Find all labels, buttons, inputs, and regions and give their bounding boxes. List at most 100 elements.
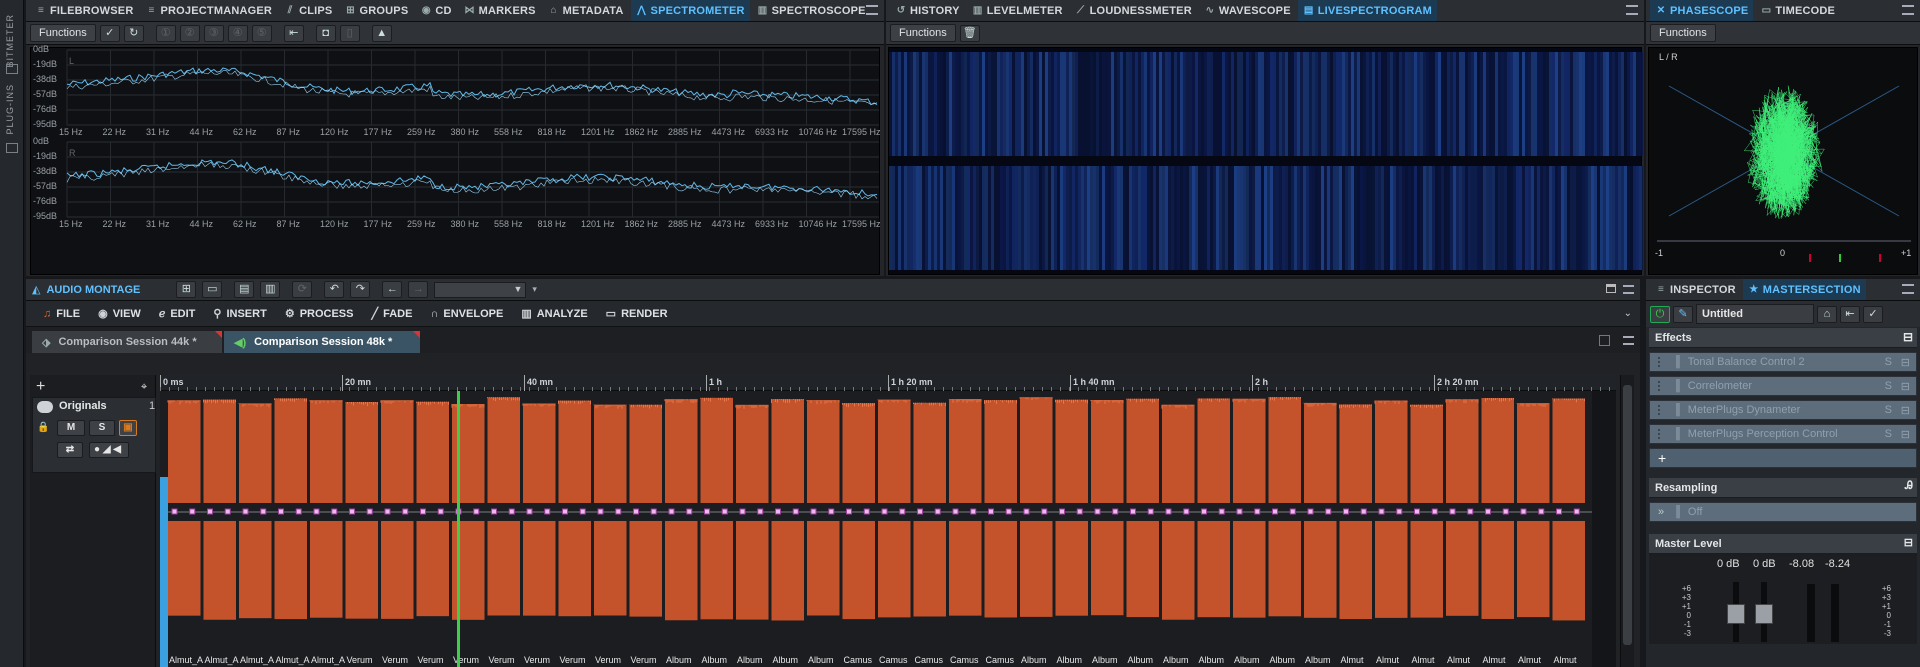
effect-slot[interactable]: ▐ MeterPlugs Perception Control S ⊟ <box>1649 424 1917 444</box>
save-icon[interactable]: ▤ <box>234 281 255 298</box>
apply-icon[interactable]: ✓ <box>1863 305 1883 323</box>
tab-wavescope[interactable]: ∿ WAVESCOPE <box>1199 0 1296 21</box>
tab-loudnessmeter[interactable]: ⟋ LOUDNESSMETER <box>1070 0 1197 21</box>
previous-icon[interactable]: ⇤ <box>1840 305 1860 323</box>
functions-button[interactable]: Functions <box>1650 24 1716 42</box>
save-as-icon[interactable]: ▥ <box>260 281 281 298</box>
add-icon[interactable]: ⊞ <box>176 281 197 298</box>
preset-name[interactable]: Untitled <box>1696 304 1814 324</box>
tab-filebrowser[interactable]: ≡ FILEBROWSER <box>30 0 138 21</box>
menu-analyze[interactable]: ▥ ANALYZE <box>512 302 596 326</box>
resampling-slot[interactable]: » ▐ Off <box>1649 502 1917 522</box>
power-icon[interactable]: ⏻ <box>1650 305 1670 323</box>
tab-spectroscope[interactable]: ▥ SPECTROSCOPE <box>752 0 871 21</box>
maximize-icon[interactable] <box>1606 284 1616 293</box>
track-area[interactable]: 0 ms 20 mn 40 mn 1 h 1 h 20 mn 1 h 40 mn 2 h 2 … <box>160 375 1616 667</box>
panel-menu-icon[interactable] <box>1902 284 1914 294</box>
solo-icon[interactable]: S <box>1885 428 1892 440</box>
revert-icon[interactable]: ⟳ <box>292 281 313 298</box>
functions-button[interactable]: Functions <box>30 24 96 42</box>
lock-icon[interactable]: 🔒 <box>37 422 49 433</box>
solo-icon[interactable]: S <box>1885 356 1892 368</box>
trash-icon[interactable]: 🗑 <box>959 24 980 42</box>
first-icon[interactable]: ⇤ <box>283 24 304 42</box>
add-effect-button[interactable]: + <box>1649 448 1917 468</box>
resampling-icon[interactable]: Ꭿ <box>1905 480 1913 493</box>
slot-3-icon[interactable]: ③ <box>203 24 224 42</box>
session-checkbox[interactable] <box>1599 335 1610 346</box>
solo-icon[interactable]: S <box>1885 404 1892 416</box>
routing-icon[interactable]: ⇄ <box>57 442 83 458</box>
session-menu-icon[interactable] <box>1623 336 1634 345</box>
slot-5-icon[interactable]: ⑤ <box>251 24 272 42</box>
tab-timecode[interactable]: ▭ TIMECODE <box>1755 0 1840 21</box>
scrollbar-thumb[interactable] <box>1623 385 1632 645</box>
drag-handle-icon[interactable] <box>1658 381 1666 391</box>
panel-menu-icon[interactable] <box>1623 285 1634 294</box>
delete-snapshot-icon[interactable]: ▯ <box>339 24 360 42</box>
plugin-icon[interactable]: ✎ <box>1673 305 1693 323</box>
settings-icon[interactable]: ⊟ <box>1901 356 1910 369</box>
check-icon[interactable]: ✓ <box>99 24 120 42</box>
settings-icon[interactable]: ⊟ <box>1901 404 1910 417</box>
tab-phasescope[interactable]: ✕ PHASESCOPE <box>1650 0 1754 21</box>
menu-envelope[interactable]: ∩ ENVELOPE <box>421 302 512 326</box>
track-view-icon[interactable]: ▣ <box>119 420 137 436</box>
sidebar-tab-bitmeter[interactable]: BITMETER <box>5 14 15 68</box>
back-icon[interactable]: ← <box>382 281 403 298</box>
monitor-icon[interactable]: ● ◢ ◀ <box>89 442 129 458</box>
bypass-icon[interactable]: » <box>1658 506 1664 518</box>
chevron-down-icon[interactable]: ⌄ <box>1624 308 1632 319</box>
drag-handle-icon[interactable] <box>1658 405 1666 415</box>
panel-menu-icon[interactable] <box>1626 5 1638 15</box>
locate-icon[interactable]: ⌖ <box>141 381 147 394</box>
tab-levelmeter[interactable]: ▥ LEVELMETER <box>967 0 1068 21</box>
tab-projectmanager[interactable]: ≡ PROJECTMANAGER <box>140 0 277 21</box>
track-toggle-icon[interactable] <box>37 401 53 413</box>
mute-button[interactable]: M <box>57 420 85 436</box>
sidebar-tab-plugins[interactable]: PLUG-INS <box>5 84 15 135</box>
session-tab-48k[interactable]: ◀) Comparison Session 48k * <box>224 331 420 353</box>
settings-icon[interactable]: ⊟ <box>1901 380 1910 393</box>
refresh-icon[interactable]: ↻ <box>123 24 144 42</box>
slot-1-icon[interactable]: ① <box>155 24 176 42</box>
tab-inspector[interactable]: ≡ INSPECTOR <box>1650 279 1741 300</box>
history-dropdown[interactable]: ▼ <box>434 281 527 298</box>
tab-livespectrogram[interactable]: ▤ LIVESPECTROGRAM <box>1297 0 1437 21</box>
tab-metadata[interactable]: ⌂ METADATA <box>543 0 629 21</box>
effect-slot[interactable]: ▐ Tonal Balance Control 2 S ⊟ <box>1649 352 1917 372</box>
tab-cd[interactable]: ◉ CD <box>415 0 456 21</box>
drag-handle-icon[interactable] <box>1658 357 1666 367</box>
effect-slot[interactable]: ▐ Correlometer S ⊟ <box>1649 376 1917 396</box>
panel-menu-icon[interactable] <box>1902 5 1914 15</box>
effects-menu-icon[interactable]: ⊟ <box>1903 330 1913 344</box>
solo-icon[interactable]: S <box>1885 380 1892 392</box>
collapse-icon[interactable]: ⊟ <box>1904 536 1913 549</box>
fader-handle-right[interactable] <box>1755 604 1773 624</box>
open-folder-icon[interactable]: ▭ <box>202 281 223 298</box>
menu-fade[interactable]: ╱ FADE <box>362 302 421 326</box>
slot-2-icon[interactable]: ② <box>179 24 200 42</box>
time-ruler[interactable]: 0 ms 20 mn 40 mn 1 h 1 h 20 mn 1 h 40 mn 2 h 2 … <box>160 375 1616 391</box>
tab-history[interactable]: ↺ HISTORY <box>890 0 965 21</box>
session-tab-44k[interactable]: ⬗ Comparison Session 44k * <box>32 331 222 353</box>
forward-icon[interactable]: → <box>408 281 429 298</box>
menu-process[interactable]: ⚙ PROCESS <box>276 302 363 326</box>
tab-markers[interactable]: ⋈ MARKERS <box>459 0 541 21</box>
overflow-icon[interactable]: ▾ <box>532 284 537 295</box>
tab-spectrometer[interactable]: ⋀ SPECTROMETER <box>630 0 750 21</box>
fader-handle-left[interactable] <box>1727 604 1745 624</box>
slot-4-icon[interactable]: ④ <box>227 24 248 42</box>
tab-groups[interactable]: ⊞ GROUPS <box>339 0 413 21</box>
menu-edit[interactable]: ℯ EDIT <box>150 302 205 326</box>
add-track-icon[interactable]: + <box>36 378 45 396</box>
menu-file[interactable]: ♫ FILE <box>34 302 89 326</box>
solo-button[interactable]: S <box>89 420 115 436</box>
snapshot-icon[interactable]: ◘ <box>315 24 336 42</box>
audio-clips[interactable]: Almut_A Almut_A Almut_A Almut_A Almut_A Verum… <box>160 391 1616 667</box>
image-icon[interactable]: ▲ <box>371 24 392 42</box>
preset-icon[interactable]: ⌂ <box>1817 305 1837 323</box>
settings-icon[interactable]: ⊟ <box>1901 428 1910 441</box>
redo-icon[interactable]: ↷ <box>350 281 371 298</box>
menu-view[interactable]: ◉ VIEW <box>89 302 150 326</box>
